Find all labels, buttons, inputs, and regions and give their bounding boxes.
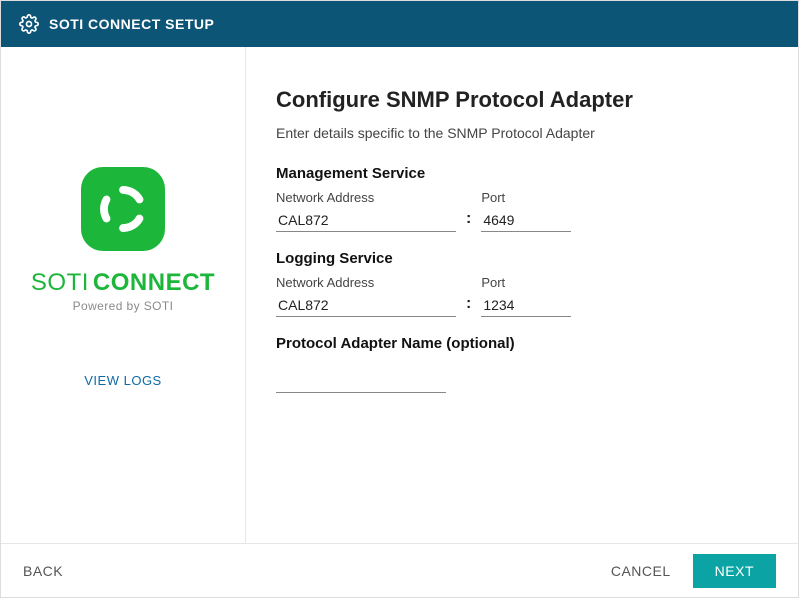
management-address-input[interactable] xyxy=(276,209,456,232)
view-logs-link[interactable]: VIEW LOGS xyxy=(84,373,161,388)
adapter-name-field xyxy=(276,360,758,393)
header-bar: SOTI CONNECT SETUP xyxy=(1,1,798,47)
header-title: SOTI CONNECT SETUP xyxy=(49,16,214,32)
footer-bar: BACK CANCEL NEXT xyxy=(1,543,798,597)
management-address-label: Network Address xyxy=(276,190,456,205)
management-port-input[interactable] xyxy=(481,209,571,232)
logging-port-input[interactable] xyxy=(481,294,571,317)
logging-port-label: Port xyxy=(481,275,571,290)
page-title: Configure SNMP Protocol Adapter xyxy=(276,87,758,113)
brand-text: SOTI CONNECT Powered by SOTI xyxy=(31,269,215,313)
main-panel: Configure SNMP Protocol Adapter Enter de… xyxy=(246,47,798,543)
logging-address-label: Network Address xyxy=(276,275,456,290)
page-subtitle: Enter details specific to the SNMP Proto… xyxy=(276,125,758,141)
adapter-name-heading: Protocol Adapter Name (optional) xyxy=(276,335,758,352)
logging-address-field: Network Address xyxy=(276,275,456,317)
next-button[interactable]: NEXT xyxy=(693,554,776,588)
cancel-button[interactable]: CANCEL xyxy=(611,563,671,579)
brand-logo-icon xyxy=(81,167,165,251)
management-port-label: Port xyxy=(481,190,571,205)
logging-service-row: Network Address : Port xyxy=(276,275,758,317)
management-service-row: Network Address : Port xyxy=(276,190,758,232)
sidebar: SOTI CONNECT Powered by SOTI VIEW LOGS xyxy=(1,47,246,543)
powered-by: Powered by SOTI xyxy=(73,299,174,313)
brand-soti: SOTI xyxy=(31,269,89,297)
body: SOTI CONNECT Powered by SOTI VIEW LOGS C… xyxy=(1,47,798,543)
logging-address-input[interactable] xyxy=(276,294,456,317)
colon-separator: : xyxy=(466,295,471,317)
management-address-field: Network Address xyxy=(276,190,456,232)
colon-separator: : xyxy=(466,210,471,232)
logging-service-heading: Logging Service xyxy=(276,250,758,267)
setup-window: SOTI CONNECT SETUP SOTI CONNECT Powered … xyxy=(0,0,799,598)
adapter-name-input[interactable] xyxy=(276,370,446,393)
management-port-field: Port xyxy=(481,190,571,232)
back-button[interactable]: BACK xyxy=(23,563,63,579)
management-service-heading: Management Service xyxy=(276,165,758,182)
logging-port-field: Port xyxy=(481,275,571,317)
brand-connect: CONNECT xyxy=(93,269,215,297)
gear-icon xyxy=(19,14,39,34)
